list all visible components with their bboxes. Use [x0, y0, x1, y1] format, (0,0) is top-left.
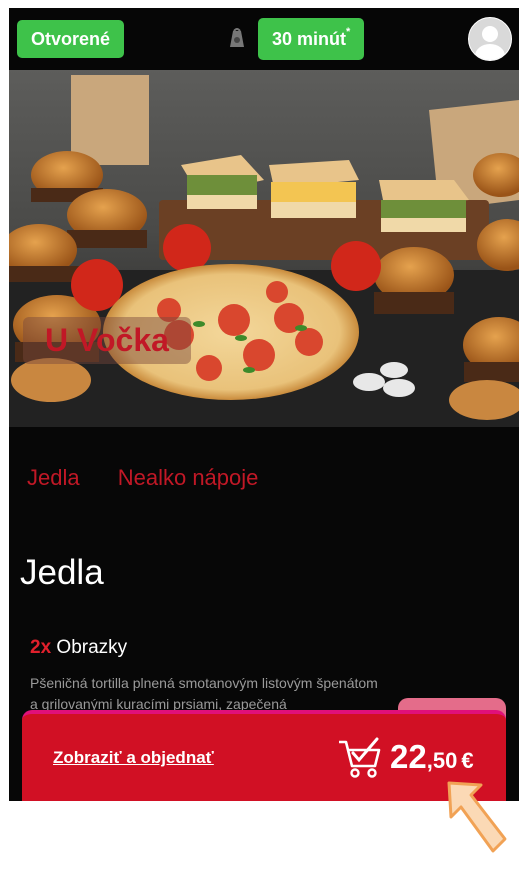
view-and-order-link[interactable]: Zobraziť a objednať	[53, 748, 214, 768]
category-tabs: Jedla Nealko nápoje	[27, 465, 290, 491]
menu-item-title[interactable]: 2x Obrazky	[30, 637, 127, 659]
restaurant-name: U Vočka	[23, 317, 191, 364]
cart-total-decimal: ,50	[426, 748, 458, 773]
cart-bar[interactable]: Zobraziť a objednať 22,50 €	[22, 710, 506, 801]
food-photo	[9, 70, 519, 427]
status-badge: Otvorené	[17, 20, 125, 58]
header: Otvorené 30 minút*	[9, 8, 519, 70]
delivery-time-badge: 30 minút*	[258, 18, 365, 60]
section-title: Jedla	[20, 553, 104, 592]
tab-nealko-napoje[interactable]: Nealko nápoje	[118, 465, 259, 491]
cart-total-currency: €	[461, 748, 474, 773]
pointer-arrow-icon	[447, 781, 507, 853]
cart-icon	[339, 737, 381, 778]
item-name: Obrazky	[56, 637, 128, 658]
cart-total-integer: 22	[390, 738, 427, 775]
item-description: Pšeničná tortilla plnená smotanovým list…	[30, 675, 378, 712]
cart-total: 22,50 €	[390, 738, 474, 776]
user-icon	[475, 26, 505, 60]
bag-icon	[230, 28, 244, 47]
tab-jedla[interactable]: Jedla	[27, 465, 80, 491]
app-screen: Otvorené 30 minút* U Vočka Jedla Nealko …	[9, 8, 519, 801]
delivery-time-label: 30 minút	[272, 29, 347, 49]
hero-banner: U Vočka	[9, 70, 519, 427]
delivery-time-mark: *	[346, 26, 351, 38]
avatar[interactable]	[468, 17, 512, 61]
item-quantity: 2x	[30, 637, 52, 658]
